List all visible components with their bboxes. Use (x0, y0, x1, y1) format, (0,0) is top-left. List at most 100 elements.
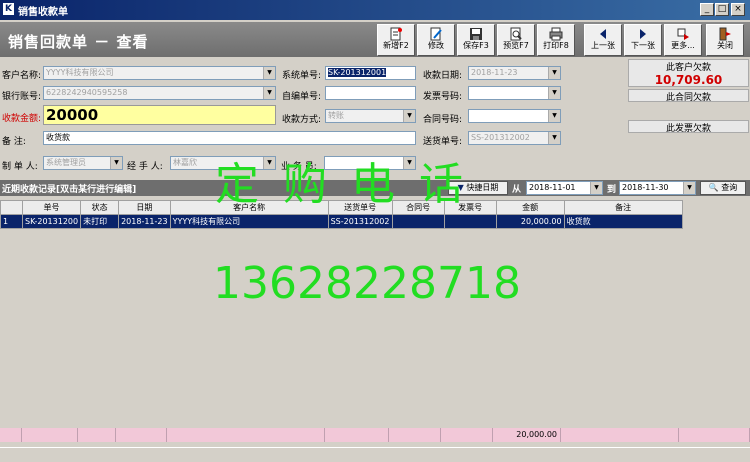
payment-method-label: 收款方式: (282, 115, 322, 125)
receipt-date-picker[interactable]: 2018-11-23 ▼ (468, 66, 561, 80)
chevron-down-icon[interactable]: ▼ (403, 110, 415, 122)
handler-label: 经 手 人: (127, 162, 163, 172)
new-doc-icon (390, 27, 402, 41)
search-icon: 🔍 (708, 183, 719, 192)
chevron-down-icon[interactable]: ▼ (548, 67, 560, 79)
chevron-down-icon[interactable]: ▼ (548, 87, 560, 99)
to-date-picker[interactable]: 2018-11-30 ▼ (619, 181, 696, 195)
totals-row: 20,000.00 (0, 428, 750, 442)
previous-button[interactable]: 上一张 (584, 24, 622, 56)
column-header[interactable]: 备注 (563, 200, 683, 215)
amount-label: 收款金额: (2, 114, 42, 124)
total-cell (116, 428, 167, 442)
cell-invoice-no (443, 214, 497, 229)
more-button[interactable]: 更多... (664, 24, 702, 56)
page-title: 销售回款单 － 查看 (8, 33, 149, 51)
invoice-owed-label: 此发票欠款 (628, 120, 749, 134)
invoice-no-select[interactable]: ▼ (468, 86, 561, 100)
chevron-down-icon[interactable]: ▼ (590, 182, 602, 194)
from-label: 从 (512, 185, 522, 195)
preview-button-label: 预览F7 (503, 41, 529, 50)
receipt-date-value: 2018-11-23 (471, 68, 518, 77)
more-button-label: 更多... (671, 41, 695, 50)
payment-method-select[interactable]: 转账 ▼ (325, 109, 416, 123)
column-header[interactable]: 金额 (495, 200, 565, 215)
close-window-button[interactable]: × (731, 3, 745, 16)
exit-icon (719, 27, 731, 41)
preview-button[interactable]: 预览F7 (497, 24, 535, 56)
table-row[interactable]: 1 SK-20131200 未打印 2018-11-23 YYYY科技有限公司 … (0, 214, 683, 229)
print-icon (549, 27, 563, 41)
customer-owed-label: 此客户欠款 (665, 63, 711, 73)
chevron-down-icon[interactable]: ▼ (263, 67, 275, 79)
bank-account-value: 6228242940595258 (46, 88, 128, 97)
chevron-down-icon[interactable]: ▼ (548, 132, 560, 144)
system-no-field[interactable]: SK-201312001 (325, 66, 416, 80)
status-bar (0, 447, 750, 462)
cell-customer: YYYY科技有限公司 (169, 214, 329, 229)
print-button[interactable]: 打印F8 (537, 24, 575, 56)
minimize-button[interactable]: _ (700, 3, 714, 16)
app-icon: K (3, 3, 14, 15)
system-no-value: SK-201312001 (328, 68, 387, 77)
previous-button-label: 上一张 (591, 41, 615, 50)
save-button-label: 保存F3 (463, 41, 489, 50)
cell-amount: 20,000.00 (495, 214, 565, 229)
remark-label: 备 注: (2, 137, 26, 147)
chevron-down-icon[interactable]: ▼ (110, 157, 122, 169)
cell-date: 2018-11-23 (118, 214, 171, 229)
handler-value: 林嘉欣 (173, 158, 197, 167)
customer-owed-value: 10,709.60 (654, 73, 723, 87)
total-cell (0, 428, 22, 442)
from-date-picker[interactable]: 2018-11-01 ▼ (526, 181, 603, 195)
cell-contract-no (391, 214, 445, 229)
total-cell (167, 428, 325, 442)
query-label: 查询 (721, 183, 738, 192)
save-button[interactable]: 保存F3 (457, 24, 495, 56)
new-button[interactable]: 新增F2 (377, 24, 415, 56)
new-button-label: 新增F2 (383, 41, 409, 50)
cell-no: SK-20131200 (21, 214, 82, 229)
system-no-label: 系统单号: (282, 71, 322, 81)
edit-button-label: 修改 (428, 41, 444, 50)
bank-account-select[interactable]: 6228242940595258 ▼ (43, 86, 276, 100)
exit-button[interactable]: 关闭 (706, 24, 744, 56)
total-cell (22, 428, 78, 442)
customer-label: 客户名称: (2, 71, 42, 81)
edit-button[interactable]: 修改 (417, 24, 455, 56)
exit-button-label: 关闭 (717, 41, 733, 50)
contract-no-select[interactable]: ▼ (468, 109, 561, 123)
total-amount: 20,000.00 (493, 428, 561, 442)
customer-owed-panel: 此客户欠款 10,709.60 (628, 59, 749, 87)
to-label: 到 (607, 185, 617, 195)
self-no-input[interactable] (325, 86, 416, 100)
total-cell (679, 428, 750, 442)
chevron-down-icon[interactable]: ▼ (263, 87, 275, 99)
bank-account-label: 银行账号: (2, 92, 42, 102)
watermark-phone-number: 13628228718 (213, 258, 521, 309)
amount-input[interactable]: 20000 (43, 105, 276, 125)
more-icon (677, 28, 689, 40)
chevron-down-icon[interactable]: ▼ (683, 182, 695, 194)
query-button[interactable]: 🔍 查询 (700, 181, 746, 195)
total-cell (389, 428, 441, 442)
column-header[interactable]: 日期 (118, 200, 171, 215)
next-button[interactable]: 下一张 (624, 24, 662, 56)
remark-input[interactable]: 收货款 (43, 131, 416, 145)
total-cell (325, 428, 389, 442)
arrow-right-icon (640, 29, 646, 39)
customer-select[interactable]: YYYY科技有限公司 ▼ (43, 66, 276, 80)
delivery-no-select[interactable]: SS-201312002 ▼ (468, 131, 561, 145)
payment-method-value: 转账 (328, 111, 344, 120)
column-header[interactable]: 状态 (80, 200, 120, 215)
cell-status: 未打印 (80, 214, 120, 229)
preview-icon (510, 27, 522, 41)
window-title: 销售收款单 (18, 7, 68, 18)
invoice-no-label: 发票号码: (423, 92, 463, 102)
save-icon (470, 28, 482, 40)
maximize-button[interactable]: □ (715, 3, 729, 16)
column-header[interactable]: 单号 (21, 200, 82, 215)
total-cell (561, 428, 679, 442)
maker-select[interactable]: 系统管理员 ▼ (43, 156, 123, 170)
chevron-down-icon[interactable]: ▼ (548, 110, 560, 122)
